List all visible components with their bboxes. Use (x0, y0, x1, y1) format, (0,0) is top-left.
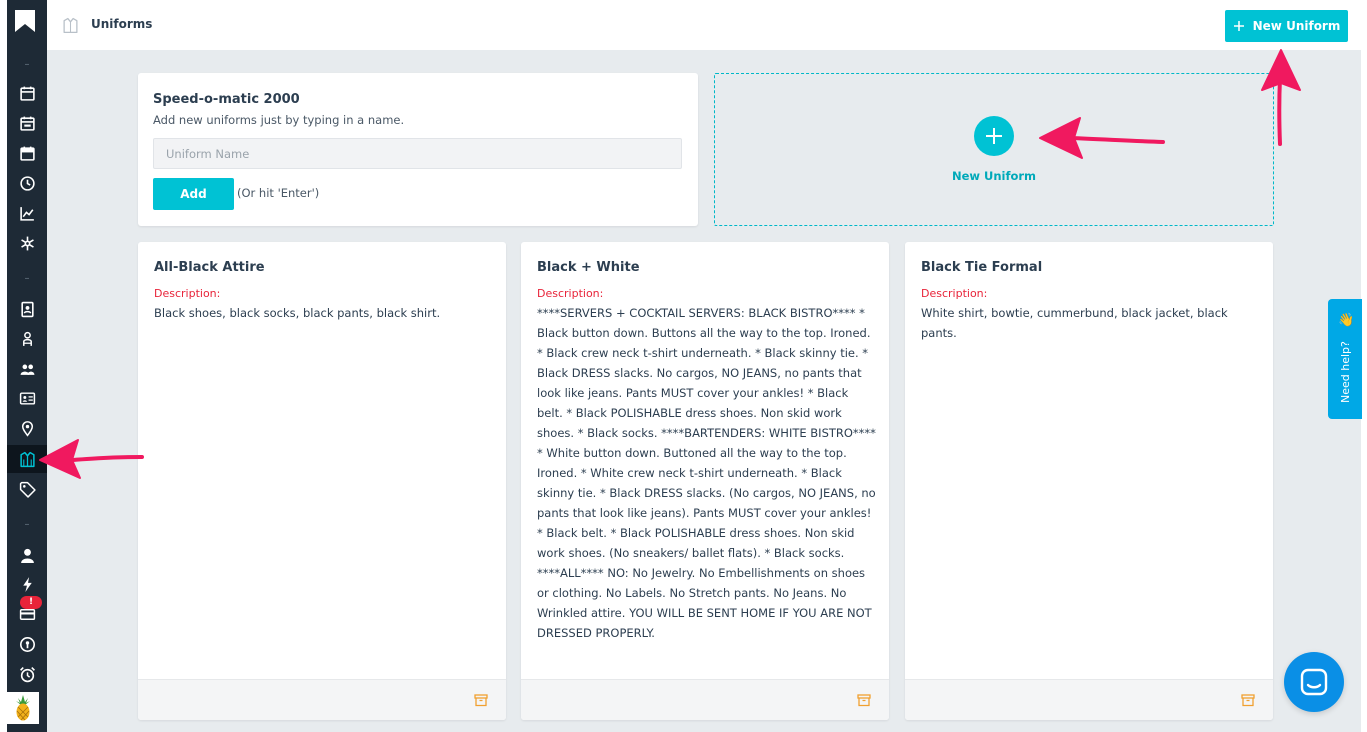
description-label: Description: (921, 287, 988, 300)
uniform-description: White shirt, bowtie, cummerbund, black j… (921, 306, 1228, 340)
address-book-icon (20, 301, 34, 317)
pineapple-avatar[interactable] (7, 692, 39, 724)
uniform-title: Black + White (537, 260, 640, 275)
chat-icon (1300, 668, 1328, 696)
sidebar-item-clients[interactable] (7, 384, 47, 412)
sidebar-item-activity[interactable] (7, 570, 47, 598)
sidebar: – – – ! (7, 0, 47, 732)
uniform-card-all-black-attire[interactable]: All-Black Attire Description: Black shoe… (138, 242, 506, 720)
archive-icon[interactable] (857, 693, 871, 707)
user-icon (20, 548, 34, 563)
id-card-icon (19, 391, 35, 405)
sidebar-item-tags[interactable] (7, 475, 47, 503)
people-icon (20, 364, 34, 375)
calendar-filled-icon (19, 146, 35, 161)
calendar-week-icon (19, 116, 35, 131)
uniform-card-footer (138, 679, 506, 720)
sidebar-item-contacts[interactable] (7, 295, 47, 323)
uniform-description: ****SERVERS + COCKTAIL SERVERS: BLACK BI… (537, 306, 876, 640)
new-uniform-label[interactable]: New Uniform (715, 169, 1273, 183)
uniform-icon (62, 17, 79, 34)
sidebar-item-events[interactable] (7, 139, 47, 167)
description-label: Description: (537, 287, 604, 300)
enter-hint: (Or hit 'Enter') (237, 186, 320, 200)
map-pin-icon (21, 420, 33, 437)
left-edge (0, 0, 7, 732)
uniform-icon (19, 451, 35, 467)
sidebar-item-time[interactable] (7, 169, 47, 197)
calendar-icon (19, 86, 35, 101)
speed-o-matic-title: Speed-o-matic 2000 (153, 92, 300, 107)
notification-badge: ! (20, 596, 42, 609)
sidebar-item-staff[interactable] (7, 325, 47, 353)
line-chart-icon (19, 206, 34, 221)
plus-icon (986, 128, 1002, 144)
logo-icon[interactable] (12, 8, 38, 34)
staff-icon (22, 331, 32, 346)
sidebar-item-profile[interactable] (7, 541, 47, 569)
archive-icon[interactable] (1241, 693, 1255, 707)
archive-icon[interactable] (474, 693, 488, 707)
new-uniform-button[interactable]: New Uniform (1225, 10, 1348, 42)
tag-icon (19, 481, 36, 498)
uniform-card-black-white[interactable]: Black + White Description: ****SERVERS +… (521, 242, 889, 720)
uniform-card-footer (905, 679, 1273, 720)
clock-icon (19, 175, 35, 191)
annotation-arrow-sidebar (39, 439, 144, 479)
sidebar-separator: – (24, 59, 30, 70)
page-header: Uniforms New Uniform (47, 0, 1361, 50)
new-uniform-area[interactable]: New Uniform (714, 73, 1274, 226)
lock-circle-icon (19, 636, 35, 652)
new-uniform-button-label: New Uniform (1252, 19, 1341, 33)
uniform-title: Black Tie Formal (921, 260, 1043, 275)
lightning-icon (22, 576, 32, 592)
uniform-title: All-Black Attire (154, 260, 265, 275)
sidebar-item-calendar[interactable] (7, 79, 47, 107)
description-label: Description: (154, 287, 221, 300)
sidebar-item-locations[interactable] (7, 414, 47, 442)
need-help-tab[interactable]: 👋 Need help? (1328, 299, 1362, 419)
sidebar-item-people[interactable] (7, 355, 47, 383)
sidebar-item-integrations[interactable] (7, 229, 47, 257)
new-uniform-circle-button[interactable] (974, 116, 1014, 156)
waving-hand-icon: 👋 (1338, 313, 1355, 328)
uniform-card-black-tie-formal[interactable]: Black Tie Formal Description: White shir… (905, 242, 1273, 720)
uniform-card-footer (521, 679, 889, 720)
sidebar-item-reports[interactable] (7, 199, 47, 227)
page-title: Uniforms (91, 17, 153, 31)
sidebar-item-alarms[interactable] (7, 660, 47, 688)
uniform-description: Black shoes, black socks, black pants, b… (154, 306, 441, 320)
uniform-name-input[interactable] (153, 138, 682, 169)
alarm-clock-icon (19, 666, 35, 682)
chat-launcher-button[interactable] (1284, 652, 1344, 712)
sidebar-separator: – (24, 519, 30, 530)
sidebar-separator: – (24, 273, 30, 284)
sidebar-item-uniforms[interactable] (7, 445, 47, 473)
need-help-label: Need help? (1339, 341, 1352, 403)
speed-o-matic-card: Speed-o-matic 2000 Add new uniforms just… (138, 73, 698, 226)
speed-o-matic-subtitle: Add new uniforms just by typing in a nam… (153, 113, 405, 127)
plus-icon (1233, 21, 1244, 31)
sidebar-item-schedule[interactable] (7, 109, 47, 137)
pineapple-icon (16, 695, 30, 721)
add-button[interactable]: Add (153, 178, 234, 210)
snowflake-icon (20, 236, 34, 250)
sidebar-item-security[interactable] (7, 630, 47, 658)
